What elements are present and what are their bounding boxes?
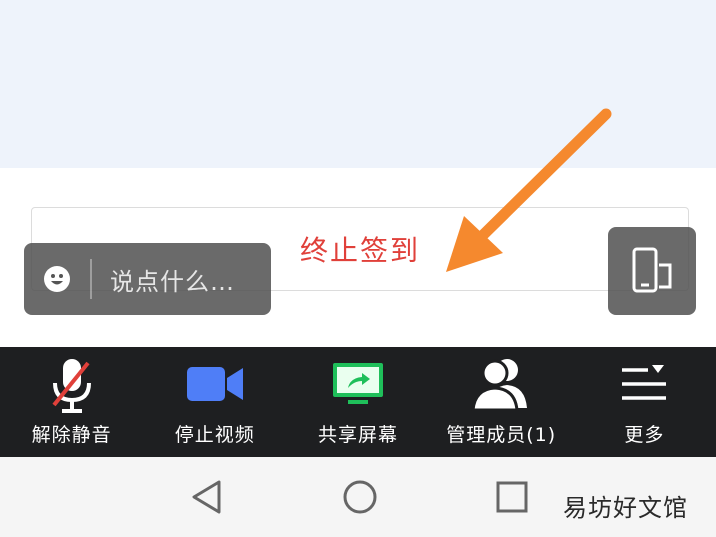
chat-input-bar[interactable]: 说点什么… xyxy=(24,243,271,315)
more-button[interactable]: 更多 xyxy=(573,347,716,457)
manage-members-label: 管理成员(1) xyxy=(446,424,557,446)
end-signin-label: 终止签到 xyxy=(299,234,420,267)
share-screen-button[interactable]: 共享屏幕 xyxy=(286,347,429,457)
meeting-toolbar: 解除静音 停止视频 共享屏幕 管理成员(1) 更多 xyxy=(0,347,716,457)
more-label: 更多 xyxy=(624,424,665,446)
mic-muted-icon xyxy=(52,359,91,413)
recents-icon xyxy=(496,481,528,513)
more-menu-icon xyxy=(622,365,667,400)
stop-video-button[interactable]: 停止视频 xyxy=(143,347,286,457)
unmute-button[interactable]: 解除静音 xyxy=(0,347,143,457)
smile-icon[interactable] xyxy=(24,243,90,315)
back-icon xyxy=(192,480,221,514)
divider xyxy=(90,259,92,299)
video-camera-icon xyxy=(186,367,243,401)
share-screen-icon xyxy=(333,363,383,404)
home-icon xyxy=(343,480,377,514)
chat-placeholder[interactable]: 说点什么… xyxy=(110,262,235,297)
back-button[interactable] xyxy=(184,475,228,519)
watermark: 易坊好文馆 xyxy=(563,494,688,522)
home-button[interactable] xyxy=(338,475,382,519)
rotate-screen-button[interactable] xyxy=(608,227,696,315)
unmute-label: 解除静音 xyxy=(31,424,112,446)
recents-button[interactable] xyxy=(490,475,534,519)
rotate-screen-icon xyxy=(632,247,672,293)
members-icon xyxy=(471,359,528,412)
manage-members-button[interactable]: 管理成员(1) xyxy=(430,347,573,457)
stop-video-label: 停止视频 xyxy=(174,424,255,446)
share-screen-label: 共享屏幕 xyxy=(318,424,399,446)
video-area xyxy=(0,0,716,168)
